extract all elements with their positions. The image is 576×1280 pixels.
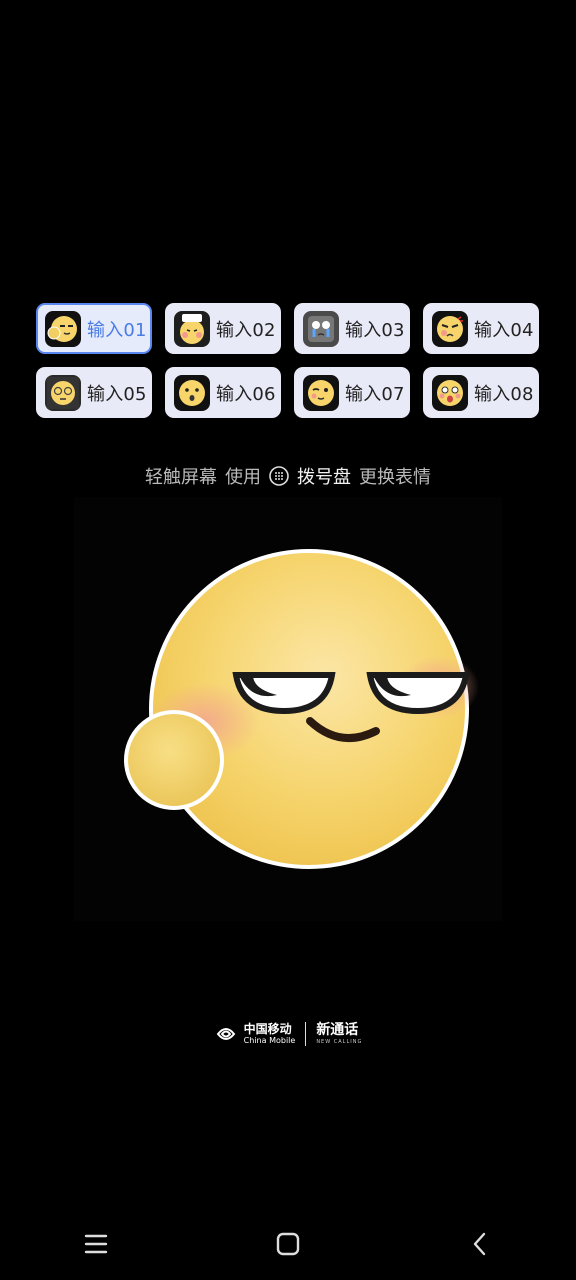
smug-emoji-large-icon (124, 549, 479, 869)
hint-text-3: 更换表情 (359, 467, 431, 488)
wink-emoji-icon (303, 374, 339, 411)
brand-footer: 中国移动 China Mobile 新通话 NEW CALLING (0, 1022, 576, 1046)
input-chip-08[interactable]: 输入08 (423, 367, 539, 418)
home-button[interactable] (228, 1214, 348, 1274)
input-chip-06[interactable]: 输入06 (165, 367, 281, 418)
smug-emoji-icon (45, 310, 81, 347)
operator-name-en: China Mobile (243, 1036, 296, 1045)
back-button[interactable] (420, 1214, 540, 1274)
input-chip-04[interactable]: 输入04 (423, 303, 539, 354)
hint-dialpad: 拨号盘 (297, 467, 351, 488)
change-emoji-hint: 轻触屏幕 使用 拨号盘 更换表情 (0, 463, 576, 489)
surprised-emoji-icon (174, 374, 210, 411)
chip-label: 输入07 (345, 383, 405, 405)
chip-label: 输入05 (87, 383, 147, 405)
brand-divider (305, 1022, 307, 1046)
back-chevron-icon (473, 1232, 486, 1256)
chip-label: 输入04 (474, 319, 534, 341)
china-mobile-icon (216, 1028, 235, 1040)
input-chip-03[interactable]: 输入03 (294, 303, 410, 354)
service-name-cn: 新通话 (316, 1022, 359, 1038)
home-square-icon (276, 1232, 300, 1256)
crying-robot-emoji-icon (303, 310, 339, 347)
angry-emoji-icon (432, 310, 468, 347)
blush-sign-emoji-icon (174, 310, 210, 347)
hint-text-1: 轻触屏幕 (145, 467, 217, 488)
chip-label: 输入01 (87, 319, 147, 341)
hint-text-2: 使用 (225, 467, 261, 488)
input-chip-02[interactable]: 输入02 (165, 303, 281, 354)
china-mobile-logo: 中国移动 China Mobile (214, 1022, 296, 1046)
recents-button[interactable] (36, 1214, 156, 1274)
emoji-input-grid: 输入01 输入02 输入03 输入04 输入05 输入06 输入07 输入08 (36, 303, 540, 418)
dialpad-icon (269, 466, 289, 486)
emoji-preview[interactable] (74, 497, 502, 921)
input-chip-07[interactable]: 输入07 (294, 367, 410, 418)
chip-label: 输入03 (345, 319, 405, 341)
input-chip-01[interactable]: 输入01 (36, 303, 152, 354)
chip-label: 输入08 (474, 383, 534, 405)
operator-name-cn: 中国移动 (243, 1022, 292, 1036)
glasses-emoji-icon (45, 374, 81, 411)
system-nav-bar (0, 1214, 576, 1274)
menu-icon (84, 1234, 108, 1254)
chip-label: 输入06 (216, 383, 276, 405)
service-name-en: NEW CALLING (316, 1039, 363, 1045)
input-chip-05[interactable]: 输入05 (36, 367, 152, 418)
shocked-emoji-icon (432, 374, 468, 411)
chip-label: 输入02 (216, 319, 276, 341)
